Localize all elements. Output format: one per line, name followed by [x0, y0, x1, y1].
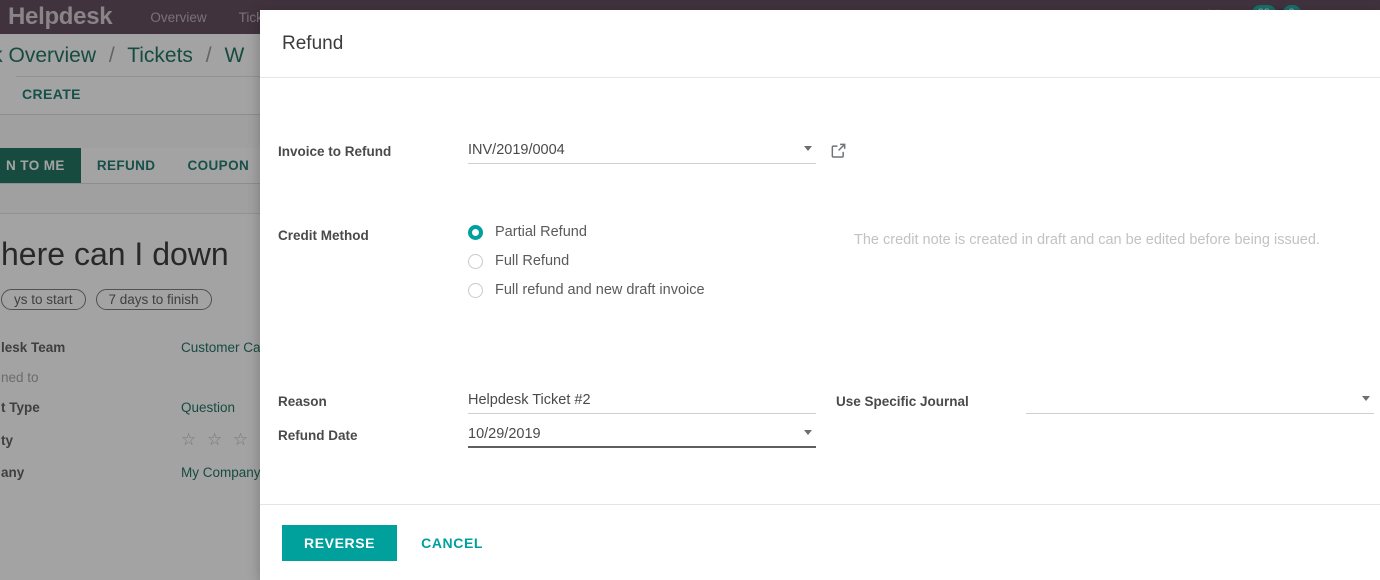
credit-method-radio-group: Partial Refund Full Refund Full refund a… [468, 224, 705, 298]
label-invoice-to-refund: Invoice to Refund [278, 144, 392, 159]
radio-option-full-refund[interactable]: Full Refund [468, 253, 705, 269]
chevron-down-icon-refund-date[interactable] [804, 430, 812, 435]
label-reason: Reason [278, 394, 327, 409]
refund-date-input[interactable] [468, 424, 816, 448]
radio-option-full-refund-new-draft[interactable]: Full refund and new draft invoice [468, 282, 705, 298]
chevron-down-icon-invoice[interactable] [804, 146, 812, 151]
radio-label-partial-refund: Partial Refund [495, 224, 587, 240]
radio-option-partial-refund[interactable]: Partial Refund [468, 224, 705, 240]
radio-label-full-refund-new-draft: Full refund and new draft invoice [495, 282, 705, 298]
radio-indicator-full-refund-new-draft[interactable] [468, 282, 483, 298]
radio-label-full-refund: Full Refund [495, 253, 570, 269]
use-specific-journal-input[interactable] [1026, 390, 1374, 414]
external-link-icon[interactable] [830, 140, 847, 164]
invoice-to-refund-input[interactable] [468, 140, 816, 164]
input-wrap-invoice [468, 140, 816, 164]
radio-indicator-partial-refund[interactable] [468, 224, 483, 240]
field-credit-method: Credit Method Partial Refund Full Refund… [278, 224, 1320, 298]
dialog-body: Invoice to Refund Credit Method [260, 78, 1380, 504]
radio-indicator-full-refund[interactable] [468, 253, 483, 269]
cancel-button[interactable]: CANCEL [415, 525, 489, 561]
screen: Helpdesk Overview Tickets Reporting Conf… [0, 0, 1380, 580]
chevron-down-icon-journal[interactable] [1362, 396, 1370, 401]
field-refund-date: Refund Date [278, 424, 816, 448]
input-wrap-journal [1026, 390, 1374, 414]
dialog-header: Refund [260, 10, 1380, 78]
field-use-specific-journal: Use Specific Journal [836, 390, 1374, 414]
dialog-title: Refund [282, 32, 344, 54]
input-wrap-refund-date [468, 424, 816, 448]
dialog-footer: REVERSE CANCEL [260, 504, 1380, 580]
reverse-button[interactable]: REVERSE [282, 524, 398, 561]
reason-input[interactable] [468, 390, 816, 414]
field-invoice-to-refund: Invoice to Refund [278, 140, 847, 164]
refund-dialog: Refund Invoice to Refund INV/2019/0004 C… [260, 10, 1380, 580]
field-reason: Reason [278, 390, 816, 414]
label-refund-date: Refund Date [278, 428, 358, 443]
label-use-specific-journal: Use Specific Journal [836, 394, 969, 409]
credit-method-helper-text: The credit note is created in draft and … [854, 232, 1320, 248]
label-credit-method: Credit Method [278, 228, 369, 243]
input-wrap-reason [468, 390, 816, 414]
